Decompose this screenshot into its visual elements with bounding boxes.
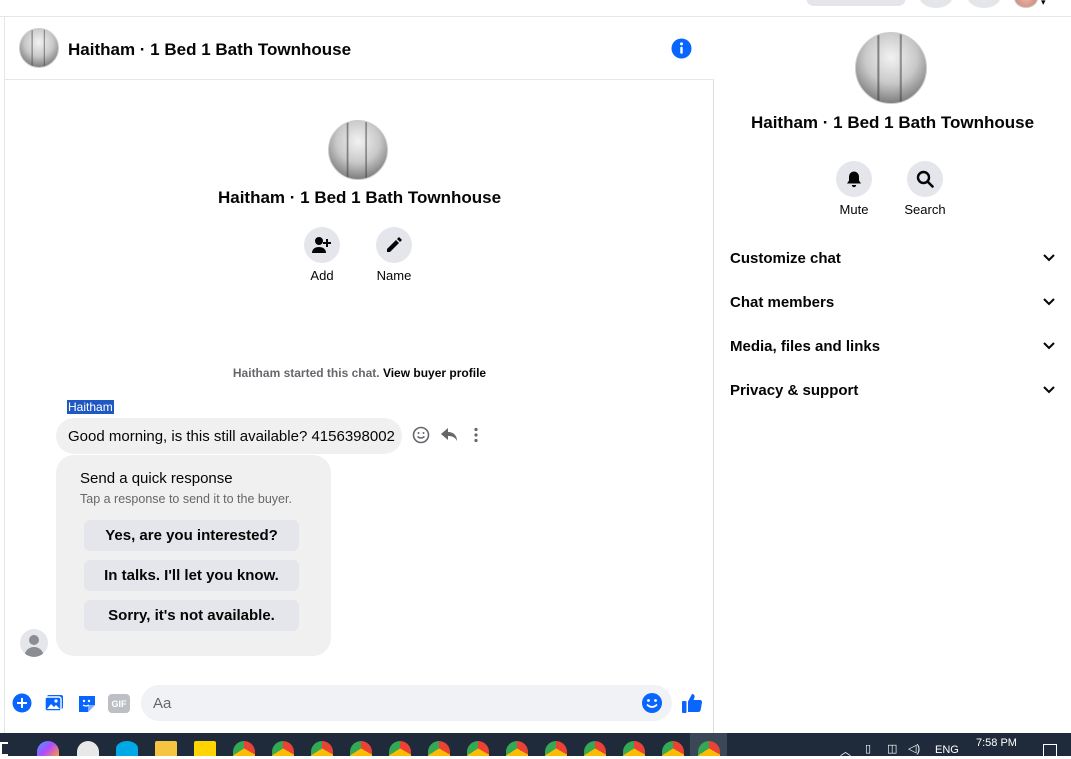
intro-title: Haitham · 1 Bed 1 Bath Townhouse (217, 188, 502, 207)
chevron-down-icon (1043, 254, 1055, 262)
chat-started-notice: Haitham started this chat. View buyer pr… (5, 366, 714, 380)
task-view-icon[interactable] (0, 742, 8, 756)
chevron-down-icon (1043, 386, 1055, 394)
emoji-icon[interactable] (641, 692, 663, 714)
menu-chat-members[interactable]: Chat members (730, 290, 1055, 314)
chrome-icon[interactable] (662, 741, 684, 756)
language-indicator[interactable]: ENG (935, 744, 959, 756)
chevron-down-icon[interactable]: ▾ (1041, 0, 1046, 8)
smiley-icon[interactable] (412, 426, 430, 444)
chat-details-panel: Haitham · 1 Bed 1 Bath Townhouse Mute Se… (714, 17, 1071, 733)
quick-response-title: Send a quick response (80, 470, 233, 487)
chat-window: Haitham · 1 Bed 1 Bath Townhouse Haitham… (4, 17, 714, 733)
chat-header: Haitham · 1 Bed 1 Bath Townhouse (5, 17, 714, 80)
message-text: Good morning, is this still available? 4… (68, 428, 395, 445)
skype-icon[interactable] (116, 741, 138, 756)
account-avatar[interactable] (1014, 0, 1038, 8)
menu-privacy-support[interactable]: Privacy & support (730, 378, 1055, 402)
gif-icon[interactable]: GIF (108, 694, 130, 713)
copilot-icon[interactable] (37, 741, 59, 756)
search-label: Search (904, 202, 946, 217)
top-search-pill[interactable] (806, 0, 906, 6)
chrome-icon[interactable] (428, 741, 450, 756)
chrome-icon[interactable] (350, 741, 372, 756)
chrome-icon[interactable] (698, 741, 720, 756)
sender-name: Haitham (67, 400, 114, 414)
chevron-up-icon[interactable]: ︿ (840, 743, 851, 759)
pencil-icon (387, 237, 402, 252)
quick-response-option[interactable]: Sorry, it's not available. (84, 600, 299, 631)
mute-button[interactable] (836, 161, 872, 197)
chevron-down-icon (1043, 342, 1055, 350)
network-icon[interactable]: ◫ (887, 742, 897, 755)
quick-response-option[interactable]: Yes, are you interested? (84, 520, 299, 551)
name-button[interactable] (376, 227, 412, 263)
message-input[interactable]: Aa (141, 685, 672, 721)
panel-avatar (855, 32, 927, 104)
reply-icon[interactable] (440, 426, 458, 444)
plus-circle-icon[interactable] (12, 693, 32, 713)
notes-icon[interactable] (194, 741, 216, 756)
notification-center-icon[interactable] (1043, 744, 1057, 756)
chrome-icon[interactable] (506, 741, 528, 756)
thumbs-up-icon[interactable] (681, 692, 703, 714)
panel-title: Haitham · 1 Bed 1 Bath Townhouse (750, 113, 1035, 132)
clock-time[interactable]: 7:58 PM (976, 737, 1017, 749)
chevron-down-icon (1043, 298, 1055, 306)
top-menu-button[interactable] (919, 0, 953, 8)
chrome-icon[interactable] (311, 741, 333, 756)
image-icon[interactable] (44, 694, 64, 712)
intro-avatar (328, 120, 388, 180)
quick-response-card: Send a quick response Tap a response to … (56, 455, 331, 656)
more-icon[interactable] (470, 426, 482, 444)
top-notifications-button[interactable] (967, 0, 1001, 8)
chat-title[interactable]: Haitham · 1 Bed 1 Bath Townhouse (68, 40, 351, 60)
app-icon[interactable] (77, 741, 99, 756)
menu-label: Chat members (730, 293, 835, 311)
menu-label: Customize chat (730, 249, 841, 267)
mute-label: Mute (839, 202, 869, 217)
sender-avatar[interactable] (20, 629, 48, 657)
folder-icon[interactable] (155, 741, 177, 756)
quick-response-option[interactable]: In talks. I'll let you know. (84, 560, 299, 591)
menu-label: Media, files and links (730, 337, 881, 355)
notice-text: Haitham started this chat. (232, 366, 380, 380)
message-bubble[interactable]: Good morning, is this still available? 4… (56, 418, 402, 454)
add-button[interactable] (304, 227, 340, 263)
bell-icon (847, 171, 861, 188)
menu-customize-chat[interactable]: Customize chat (730, 246, 1055, 270)
search-button[interactable] (907, 161, 943, 197)
add-person-icon (312, 237, 331, 253)
chat-avatar[interactable] (19, 28, 59, 68)
view-buyer-profile-link[interactable]: View buyer profile (383, 366, 486, 380)
windows-taskbar: ︿ ▯ ◫ ◁) ENG 7:58 PM (0, 733, 1071, 759)
name-label: Name (376, 268, 412, 283)
menu-label: Privacy & support (730, 381, 859, 399)
message-input-placeholder: Aa (153, 695, 172, 712)
battery-icon[interactable]: ▯ (865, 742, 871, 755)
sticker-icon[interactable] (77, 694, 97, 713)
search-icon (916, 170, 934, 188)
chrome-icon[interactable] (584, 741, 606, 756)
chrome-icon[interactable] (389, 741, 411, 756)
add-label: Add (310, 268, 334, 283)
chrome-icon[interactable] (467, 741, 489, 756)
chrome-icon[interactable] (272, 741, 294, 756)
chrome-icon[interactable] (545, 741, 567, 756)
chrome-icon[interactable] (623, 741, 645, 756)
volume-icon[interactable]: ◁) (908, 742, 920, 755)
menu-media-files-links[interactable]: Media, files and links (730, 334, 1055, 358)
quick-response-subtitle: Tap a response to send it to the buyer. (80, 492, 292, 506)
info-icon[interactable] (671, 38, 692, 59)
chrome-icon[interactable] (233, 741, 255, 756)
top-navigation-strip: ▾ (0, 0, 1071, 17)
